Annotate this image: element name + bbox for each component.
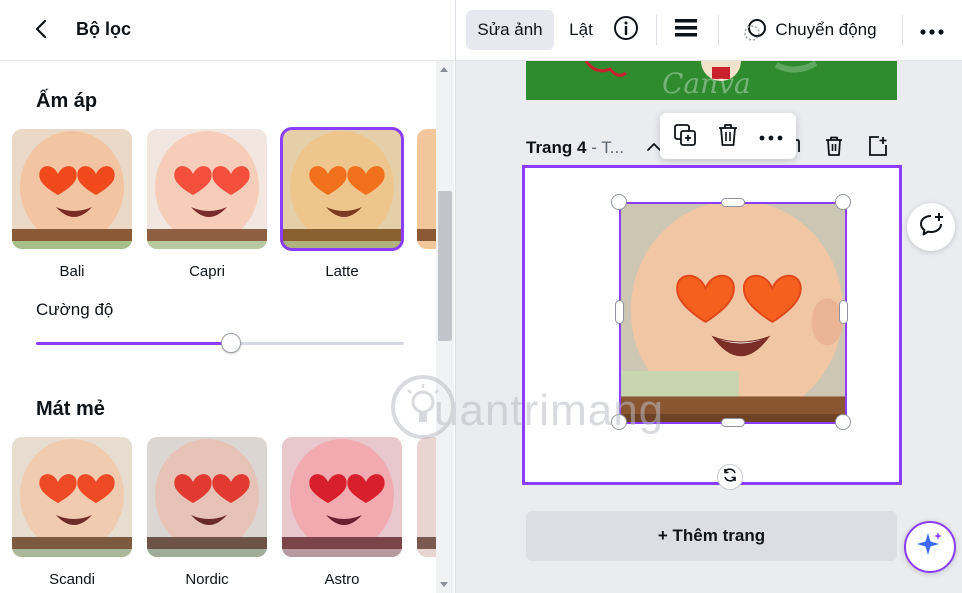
more-button[interactable] — [914, 10, 950, 50]
rotate-button[interactable] — [717, 464, 743, 490]
filter-label: Scandi — [49, 571, 95, 588]
top-toolbar: Sửa ảnh Lật Chuyển động — [456, 0, 962, 61]
section-title-warm: Ấm áp — [36, 90, 98, 112]
resize-handle-top[interactable] — [721, 198, 745, 207]
filter-thumb-partial[interactable] — [417, 129, 436, 249]
resize-handle-left[interactable] — [615, 300, 624, 324]
filter-thumb-capri[interactable] — [147, 129, 267, 249]
menu-icon — [674, 17, 698, 44]
filter-thumb-bali[interactable] — [12, 129, 132, 249]
filter-label: Capri — [189, 263, 225, 280]
filter-preview-image — [417, 129, 436, 249]
filter-thumb-latte[interactable] — [280, 127, 404, 251]
trash-icon — [717, 123, 739, 152]
duplicate-button[interactable] — [672, 123, 698, 152]
trash-icon — [824, 135, 844, 162]
page-label-text: Trang 4 — [526, 138, 587, 157]
previous-page-watermark: Canva — [662, 67, 751, 100]
panel-title: Bộ lọc — [76, 19, 132, 39]
filter-preview-image — [282, 437, 402, 557]
filter-label: Latte — [325, 263, 359, 280]
element-context-menu — [660, 113, 796, 159]
filter-preview-image — [147, 437, 267, 557]
delete-element-button[interactable] — [715, 123, 741, 152]
resize-handle-bottom-right[interactable] — [835, 414, 851, 430]
section-title-cool: Mát mẻ — [36, 398, 105, 420]
design-page[interactable] — [522, 165, 902, 490]
resize-handle-top-left[interactable] — [611, 194, 627, 210]
resize-handle-bottom[interactable] — [721, 418, 745, 427]
slider-fill — [36, 342, 232, 345]
panel-header: Bộ lọc — [0, 0, 455, 61]
duplicate-icon — [673, 123, 697, 152]
add-page-icon — [867, 135, 889, 162]
scroll-up-arrow-icon[interactable] — [440, 67, 448, 72]
intensity-slider[interactable] — [36, 333, 404, 353]
magic-assistant-button[interactable] — [904, 521, 956, 573]
panel-scrollbar[interactable] — [436, 61, 454, 593]
info-button[interactable] — [608, 10, 644, 50]
resize-handle-top-right[interactable] — [835, 194, 851, 210]
resize-handle-right[interactable] — [839, 300, 848, 324]
slider-handle[interactable] — [221, 333, 242, 353]
position-menu-button[interactable] — [668, 10, 704, 50]
page-title-truncated[interactable]: - T... — [586, 138, 624, 157]
filter-label: Nordic — [185, 571, 229, 588]
edit-photo-button[interactable]: Sửa ảnh — [466, 10, 554, 50]
info-icon — [613, 15, 639, 46]
resize-handle-bottom-left[interactable] — [611, 414, 627, 430]
filter-label: Bali — [59, 263, 85, 280]
previous-page-preview[interactable]: Canva — [526, 61, 897, 100]
more-icon — [920, 20, 944, 40]
filter-thumb-partial[interactable] — [417, 437, 436, 557]
sparkle-icon — [915, 530, 945, 565]
back-button[interactable] — [26, 16, 56, 46]
filter-thumb-nordic[interactable] — [147, 437, 267, 557]
rotate-icon — [722, 467, 738, 488]
selected-photo[interactable] — [619, 202, 847, 424]
filter-label: Astro — [324, 571, 360, 588]
more-icon — [759, 128, 783, 146]
toolbar-divider — [902, 15, 903, 45]
filter-thumb-astro[interactable] — [282, 437, 402, 557]
add-comment-button[interactable] — [907, 203, 955, 251]
add-page-button[interactable]: + Thêm trang — [526, 511, 897, 561]
filter-panel: Bộ lọc Ấm áp Bali Capri Latte Cường độ M… — [0, 0, 456, 593]
delete-page-button[interactable] — [822, 136, 846, 160]
canvas-area: Canva Trang 4 - T... + Thêm trang — [456, 61, 962, 593]
chevron-left-icon — [34, 19, 48, 44]
comment-add-icon — [917, 211, 945, 244]
element-more-button[interactable] — [758, 124, 784, 150]
animate-button[interactable]: Chuyển động — [732, 10, 888, 50]
scroll-down-arrow-icon[interactable] — [440, 582, 448, 587]
filter-preview-image — [282, 129, 402, 249]
animate-icon — [743, 18, 767, 42]
toolbar-divider — [718, 15, 719, 45]
filter-thumb-scandi[interactable] — [12, 437, 132, 557]
animate-label: Chuyển động — [775, 20, 877, 39]
intensity-label: Cường độ — [36, 300, 114, 319]
filter-preview-image — [417, 437, 436, 557]
baby-photo-image — [621, 204, 845, 422]
add-page-after-button[interactable] — [866, 135, 890, 162]
filter-preview-image — [12, 437, 132, 557]
flip-button[interactable]: Lật — [560, 10, 602, 50]
page-label: Trang 4 - T... — [526, 138, 624, 158]
toolbar-divider — [656, 15, 657, 45]
filter-preview-image — [147, 129, 267, 249]
scrollbar-thumb[interactable] — [438, 191, 452, 341]
filter-preview-image — [12, 129, 132, 249]
